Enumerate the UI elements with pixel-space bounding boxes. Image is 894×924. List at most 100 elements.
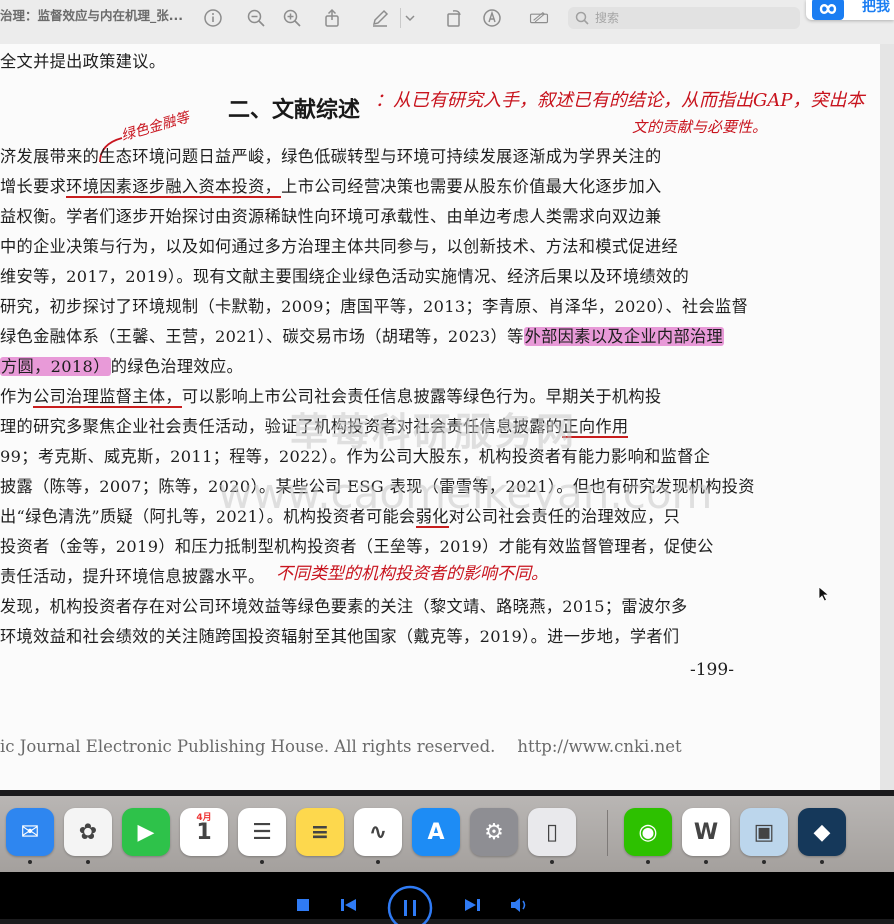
running-indicator <box>376 860 380 864</box>
body-text-line: 责任活动，提升环境信息披露水平。 <box>0 567 265 587</box>
body-text-line: 投资者（金等，2019）和压力抵制型机构投资者（王垒等，2019）才能有效监督管… <box>0 537 714 557</box>
previous-icon[interactable] <box>340 898 358 912</box>
iphone-mirroring-app-icon[interactable]: ▯ <box>528 808 576 856</box>
chevron-down-icon[interactable] <box>404 8 416 28</box>
notes-app-icon[interactable]: ≡ <box>296 808 344 856</box>
info-icon[interactable] <box>203 8 223 28</box>
dock-icon-glyph: ✿ <box>78 819 98 845</box>
dock-icon-glyph: ◆ <box>813 819 831 845</box>
volume-icon[interactable] <box>510 898 530 912</box>
calendar-month: 4月 <box>196 813 212 823</box>
dock-divider <box>607 810 608 856</box>
dock-icon-glyph: ▣ <box>753 819 775 845</box>
scrollbar[interactable] <box>880 44 894 790</box>
freeform-app-icon[interactable]: ∿ <box>354 808 402 856</box>
dock-icon-glyph: ▶ <box>137 819 155 845</box>
body-text-line: 济发展带来的生态环境问题日益严峻，绿色低碳转型与环境可持续发展逐渐成为学界关注的 <box>0 147 662 167</box>
next-icon[interactable] <box>463 898 481 912</box>
running-indicator <box>86 860 90 864</box>
markup-pen-icon[interactable] <box>370 8 390 28</box>
margin-annotation: 绿色金融等 <box>119 109 192 145</box>
running-indicator <box>260 860 264 864</box>
pdf-page: 全文并提出政策建议。 二、文献综述 ：从已有研究入手，叙述已有的结论，从而指出G… <box>0 44 880 790</box>
infinity-logo-icon <box>812 0 844 20</box>
preview-app-icon[interactable]: ▣ <box>740 808 788 856</box>
dock-icon-glyph: ∿ <box>368 819 388 845</box>
rotate-icon[interactable] <box>444 8 464 28</box>
heading-annotation-1: ：从已有研究入手，叙述已有的结论，从而指出GAP，突出本 <box>375 90 865 111</box>
body-text-line: 益权衡。学者们逐步开始探讨由资源稀缺性向环境可承载性、由单边考虑人类需求向双边兼 <box>0 207 662 227</box>
dock-icon-glyph: W <box>693 819 719 845</box>
body-text-line: 维安等，2017，2019）。现有文献主要围绕企业绿色活动实施情况、经济后果以及… <box>0 267 689 287</box>
dock: ✉ ✿ ▶ 1 4月 ☰ ≡ ∿ A ⚙ ▯ ◉ W ▣ ◆ <box>0 796 894 872</box>
dock-icon-glyph: ◉ <box>638 819 658 845</box>
highlighted-text: 外部因素以及企业内部治理 <box>523 327 725 346</box>
body-text-line: 发现，机构投资者存在对公司环境效益等绿色要素的关注（黎文靖、路晓燕，2015；雷… <box>0 597 688 617</box>
wechat-app-icon[interactable]: ◉ <box>624 808 672 856</box>
photos-app-icon[interactable]: ✿ <box>64 808 112 856</box>
text-segment: 中的企业决策与行为，以及如何通过多方治理主体共同参与，以创新技术、方法和模式促进… <box>0 237 679 256</box>
dock-icon-glyph: 1 <box>196 819 212 845</box>
body-text-line: 增长要求环境因素逐步融入资本投资，上市公司经营决策也需要从股东价值最大化逐步加入 <box>0 177 662 198</box>
system-settings-app-icon[interactable]: ⚙ <box>470 808 518 856</box>
app-badge[interactable]: 把我 <box>806 0 894 20</box>
dock-icon-glyph: A <box>427 819 445 845</box>
app-badge-label: 把我 <box>862 0 890 15</box>
video-player-controls <box>0 872 894 924</box>
zoom-in-icon[interactable] <box>282 8 302 28</box>
body-text-line: 绿色金融体系（王馨、王营，2021）、碳交易市场（胡珺等，2023）等外部因素以… <box>0 327 725 347</box>
dock-icon-glyph: ☰ <box>252 819 272 845</box>
text-segment: 的绿色治理效应。 <box>110 357 244 376</box>
dock-icon-glyph: ✉ <box>20 819 40 845</box>
body-text-line: 方圆，2018）的绿色治理效应。 <box>0 357 243 377</box>
text-segment: 发现，机构投资者存在对公司环境效益等绿色要素的关注（黎文靖、路晓燕，2015；雷… <box>0 597 688 616</box>
form-fill-icon[interactable] <box>526 8 552 28</box>
section-heading: 二、文献综述 <box>228 98 361 123</box>
footer-copyright: ic Journal Electronic Publishing House. … <box>0 737 496 756</box>
dock-icon-glyph: ≡ <box>310 819 330 845</box>
page-footer: ic Journal Electronic Publishing House. … <box>0 737 682 756</box>
running-indicator <box>550 860 554 864</box>
body-text-line: 研究，初步探讨了环境规制（卡默勒，2009；唐国平等，2013；李青原、肖泽华，… <box>0 297 748 317</box>
running-indicator <box>28 860 32 864</box>
zoom-out-icon[interactable] <box>246 8 266 28</box>
page-number: -199- <box>690 660 734 680</box>
share-icon[interactable] <box>322 8 342 28</box>
text-segment: 绿色金融体系（王馨、王营，2021）、碳交易市场（胡珺等，2023）等 <box>0 327 524 346</box>
body-text-line: 环境效益和社会绩效的关注随跨国投资辐射至其他国家（戴克等，2019）。进一步地，… <box>0 627 679 647</box>
running-indicator <box>704 860 708 864</box>
calendar-app-icon[interactable]: 1 4月 <box>180 808 228 856</box>
heading-annotation-2: 文的贡献与必要性。 <box>632 118 768 136</box>
dock-icon-glyph: ▯ <box>545 819 559 845</box>
search-field[interactable] <box>568 7 800 29</box>
highlight-icon[interactable] <box>482 8 502 28</box>
text-segment: 责任活动，提升环境信息披露水平。 <box>0 567 265 586</box>
running-indicator <box>820 860 824 864</box>
dock-icon-glyph: ⚙ <box>484 819 504 845</box>
line-annotation: 不同类型的机构投资者的影响不同。 <box>276 564 548 584</box>
stop-icon[interactable] <box>296 898 310 912</box>
watermark-url: www.caomeikeyan.com <box>218 469 713 518</box>
document-title: 治理：监督效应与内在机理_张... <box>0 8 183 23</box>
underlined-text: 环境因素逐步融入资本投资， <box>66 177 282 198</box>
search-input[interactable] <box>593 10 777 26</box>
text-segment: 环境效益和社会绩效的关注随跨国投资辐射至其他国家（戴克等，2019）。进一步地，… <box>0 627 680 646</box>
highlighted-text: 方圆，2018） <box>0 357 111 376</box>
body-text-line: 中的企业决策与行为，以及如何通过多方治理主体共同参与，以创新技术、方法和模式促进… <box>0 237 678 257</box>
text-segment: 研究，初步探讨了环境规制（卡默勒，2009；唐国平等，2013；李青原、肖泽华，… <box>0 297 749 316</box>
mail-app-icon[interactable]: ✉ <box>6 808 54 856</box>
video-app-icon[interactable]: ◆ <box>798 808 846 856</box>
running-indicator <box>762 860 766 864</box>
text-segment: 维安等，2017，2019）。现有文献主要围绕企业绿色活动实施情况、经济后果以及… <box>0 267 689 286</box>
text-segment: 作为 <box>0 387 34 406</box>
running-indicator <box>646 860 650 864</box>
facetime-app-icon[interactable]: ▶ <box>122 808 170 856</box>
app-store-app-icon[interactable]: A <box>412 808 460 856</box>
search-icon <box>575 11 589 25</box>
word-app-icon[interactable]: W <box>682 808 730 856</box>
reminders-app-icon[interactable]: ☰ <box>238 808 286 856</box>
text-segment: 上市公司经营决策也需要从股东价值最大化逐步加入 <box>281 177 662 196</box>
top-line: 全文并提出政策建议。 <box>0 52 166 71</box>
text-segment: 增长要求 <box>0 177 67 196</box>
pause-icon[interactable] <box>386 884 434 924</box>
